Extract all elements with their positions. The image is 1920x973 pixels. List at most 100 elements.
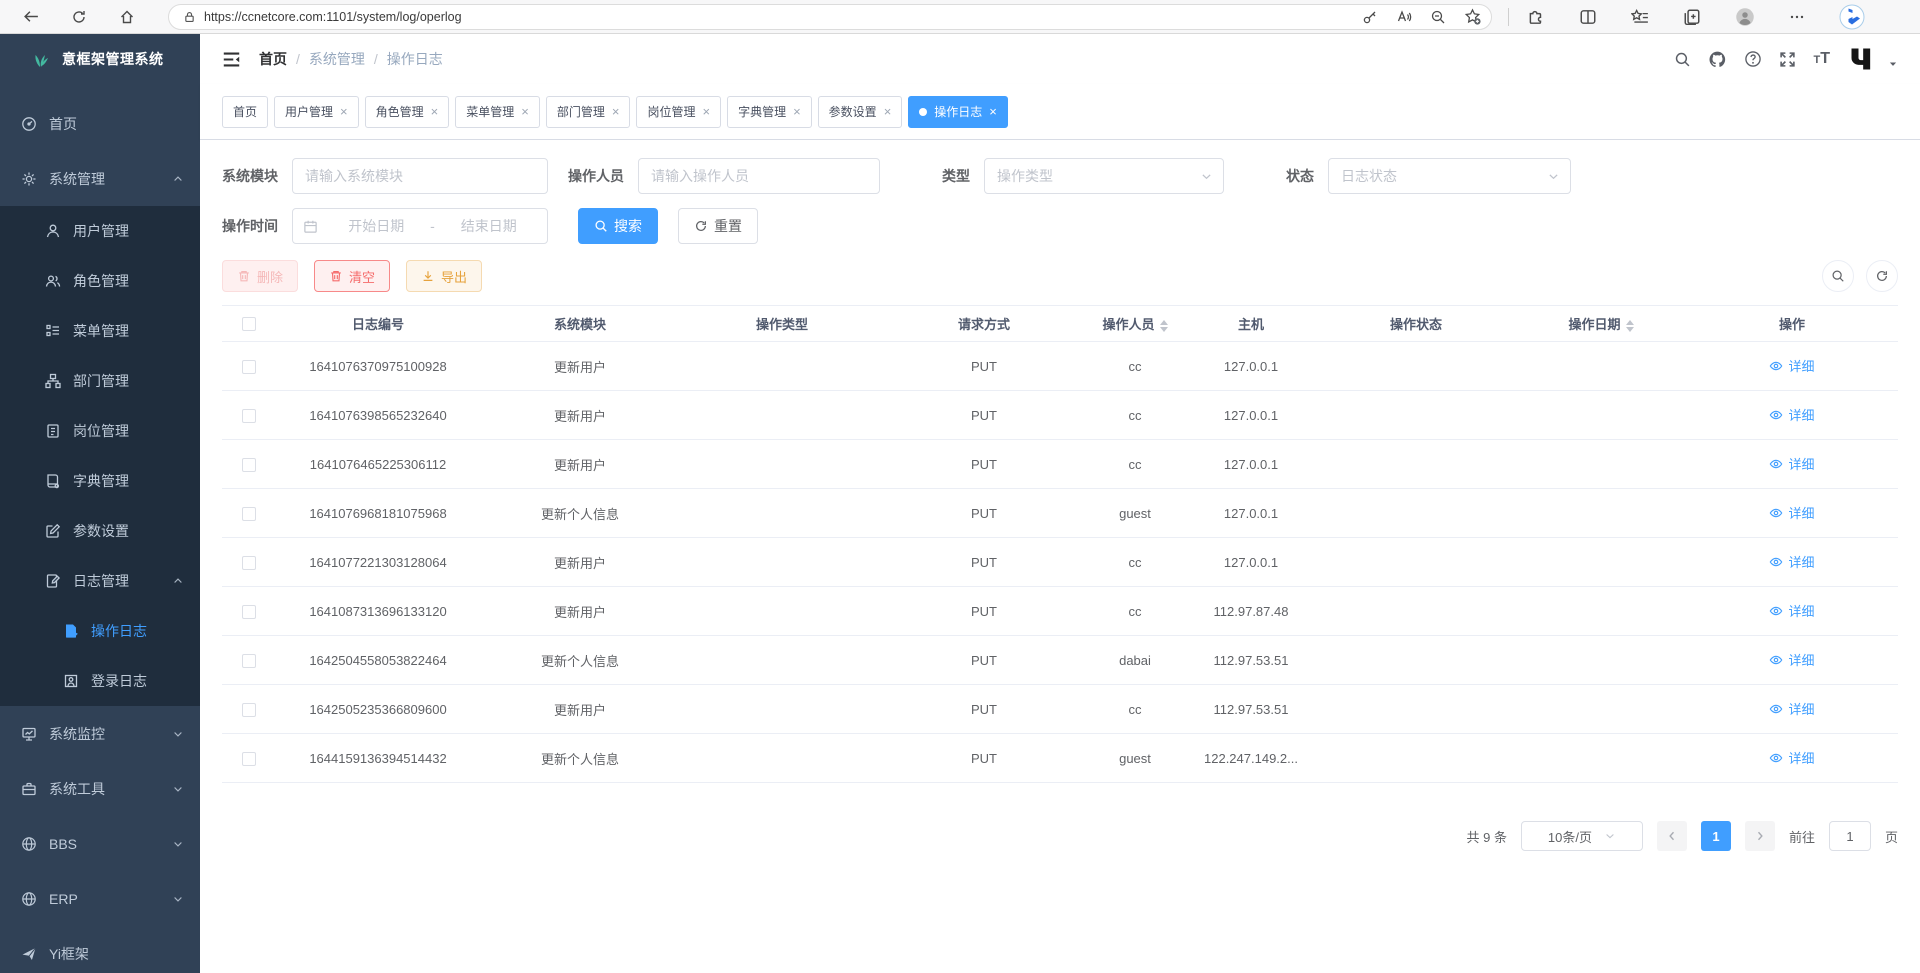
row-checkbox[interactable]	[242, 703, 256, 717]
detail-link[interactable]: 详细	[1769, 748, 1814, 767]
col-actions: 操作	[1686, 306, 1898, 342]
close-icon[interactable]: ×	[884, 105, 892, 118]
close-icon[interactable]: ×	[612, 105, 620, 118]
detail-link[interactable]: 详细	[1769, 356, 1814, 375]
tab-user-mgmt[interactable]: 用户管理×	[274, 96, 359, 128]
row-checkbox[interactable]	[242, 360, 256, 374]
select-all-checkbox[interactable]	[242, 317, 256, 331]
detail-link[interactable]: 详细	[1769, 503, 1814, 522]
search-button[interactable]: 搜索	[578, 208, 658, 244]
password-key-icon[interactable]	[1362, 9, 1378, 25]
avatar-caret-icon[interactable]	[1888, 59, 1898, 69]
user-icon	[45, 223, 61, 239]
favorites-bar-icon[interactable]	[1631, 8, 1649, 26]
table-refresh-icon[interactable]	[1866, 260, 1898, 292]
row-checkbox[interactable]	[242, 458, 256, 472]
operator-input[interactable]	[638, 158, 880, 194]
home-icon[interactable]	[112, 3, 142, 31]
table-search-icon[interactable]	[1822, 260, 1854, 292]
sidebar-collapse-icon[interactable]	[222, 50, 241, 69]
sidebar-item-operation-log[interactable]: 操作日志	[0, 606, 200, 656]
sidebar-item-log-mgmt[interactable]: 日志管理	[0, 556, 200, 606]
collections-icon[interactable]	[1683, 8, 1701, 26]
row-checkbox[interactable]	[242, 507, 256, 521]
read-aloud-icon[interactable]	[1396, 9, 1412, 25]
back-icon[interactable]	[16, 3, 46, 31]
prev-page-button[interactable]	[1657, 821, 1687, 851]
favorite-star-icon[interactable]	[1464, 8, 1481, 25]
sidebar-item-system-mgmt[interactable]: 系统管理	[0, 151, 200, 206]
tab-dict-mgmt[interactable]: 字典管理×	[727, 96, 812, 128]
close-icon[interactable]: ×	[989, 105, 997, 118]
clear-button[interactable]: 清空	[314, 260, 390, 292]
sidebar-item-login-log[interactable]: 登录日志	[0, 656, 200, 706]
detail-link[interactable]: 详细	[1769, 405, 1814, 424]
tab-dept-mgmt[interactable]: 部门管理×	[546, 96, 631, 128]
zoom-out-icon[interactable]	[1430, 9, 1446, 25]
page-size-select[interactable]: 10条/页	[1521, 821, 1643, 851]
tab-role-mgmt[interactable]: 角色管理×	[365, 96, 450, 128]
split-screen-icon[interactable]	[1579, 8, 1597, 26]
sidebar-item-bbs[interactable]: BBS	[0, 816, 200, 871]
refresh-icon[interactable]	[64, 3, 94, 31]
sidebar-item-menu-mgmt[interactable]: 菜单管理	[0, 306, 200, 356]
github-icon[interactable]	[1708, 50, 1727, 69]
detail-link[interactable]: 详细	[1769, 552, 1814, 571]
page-number-button[interactable]: 1	[1701, 821, 1731, 851]
sidebar-item-user-mgmt[interactable]: 用户管理	[0, 206, 200, 256]
detail-link[interactable]: 详细	[1769, 650, 1814, 669]
date-range-picker[interactable]: 开始日期 - 结束日期	[292, 208, 548, 244]
sidebar-item-yi-framework[interactable]: Yi框架	[0, 926, 200, 973]
close-icon[interactable]: ×	[431, 105, 439, 118]
goto-page-input[interactable]	[1829, 821, 1871, 851]
close-icon[interactable]: ×	[702, 105, 710, 118]
tab-operation-log[interactable]: 操作日志×	[908, 96, 1008, 128]
tab-menu-mgmt[interactable]: 菜单管理×	[455, 96, 540, 128]
next-page-button[interactable]	[1745, 821, 1775, 851]
bing-chat-icon[interactable]	[1839, 4, 1865, 30]
reset-button[interactable]: 重置	[678, 208, 758, 244]
tab-home[interactable]: 首页	[222, 96, 268, 128]
row-checkbox[interactable]	[242, 409, 256, 423]
status-select[interactable]: 日志状态	[1328, 158, 1571, 194]
sidebar-item-dict-mgmt[interactable]: 字典管理	[0, 456, 200, 506]
export-button[interactable]: 导出	[406, 260, 482, 292]
sidebar-item-home[interactable]: 首页	[0, 96, 200, 151]
address-bar[interactable]: https://ccnetcore.com:1101/system/log/op…	[168, 4, 1492, 30]
detail-link[interactable]: 详细	[1769, 699, 1814, 718]
profile-avatar-icon[interactable]	[1735, 7, 1755, 27]
type-select[interactable]: 操作类型	[984, 158, 1224, 194]
row-checkbox[interactable]	[242, 605, 256, 619]
delete-button[interactable]: 删除	[222, 260, 298, 292]
pagination: 共 9 条 10条/页 1 前往 页	[222, 821, 1898, 851]
sidebar-item-erp[interactable]: ERP	[0, 871, 200, 926]
breadcrumb-home[interactable]: 首页	[259, 49, 287, 69]
sidebar-item-dept-mgmt[interactable]: 部门管理	[0, 356, 200, 406]
help-icon[interactable]	[1744, 50, 1762, 68]
fullscreen-icon[interactable]	[1779, 51, 1796, 68]
sort-control[interactable]	[1626, 320, 1634, 332]
user-avatar-logo[interactable]	[1847, 44, 1877, 74]
font-size-icon[interactable]: TT	[1813, 50, 1830, 68]
row-checkbox[interactable]	[242, 752, 256, 766]
sidebar-item-system-monitor[interactable]: 系统监控	[0, 706, 200, 761]
row-checkbox[interactable]	[242, 556, 256, 570]
close-icon[interactable]: ×	[340, 105, 348, 118]
tab-post-mgmt[interactable]: 岗位管理×	[636, 96, 721, 128]
header-search-icon[interactable]	[1674, 51, 1691, 68]
close-icon[interactable]: ×	[521, 105, 529, 118]
sidebar-item-post-mgmt[interactable]: 岗位管理	[0, 406, 200, 456]
module-input[interactable]	[292, 158, 548, 194]
more-options-icon[interactable]	[1789, 9, 1805, 25]
row-checkbox[interactable]	[242, 654, 256, 668]
tab-param-settings[interactable]: 参数设置×	[818, 96, 903, 128]
detail-link[interactable]: 详细	[1769, 454, 1814, 473]
detail-link[interactable]: 详细	[1769, 601, 1814, 620]
sidebar-item-system-tools[interactable]: 系统工具	[0, 761, 200, 816]
extensions-icon[interactable]	[1527, 8, 1545, 26]
sidebar-item-role-mgmt[interactable]: 角色管理	[0, 256, 200, 306]
sidebar-item-param-settings[interactable]: 参数设置	[0, 506, 200, 556]
active-dot	[919, 108, 927, 116]
close-icon[interactable]: ×	[793, 105, 801, 118]
sort-control[interactable]	[1160, 320, 1168, 332]
